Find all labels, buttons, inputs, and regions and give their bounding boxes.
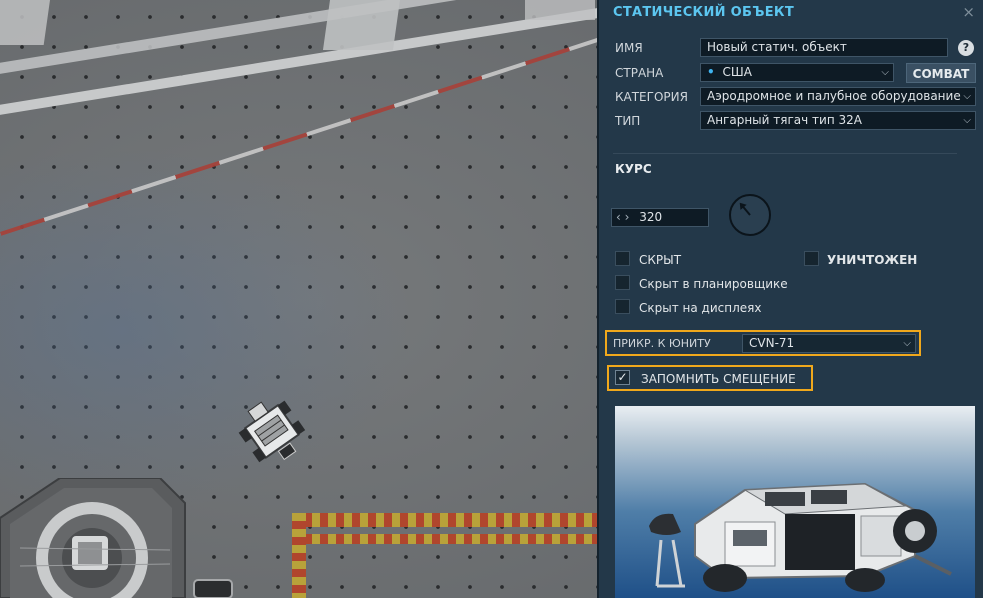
heading-section-title: КУРС bbox=[615, 162, 652, 176]
offset-label: ЗАПОМНИТЬ СМЕЩЕНИЕ bbox=[641, 372, 796, 386]
deck-marking-block bbox=[322, 0, 400, 50]
name-label: ИМЯ bbox=[615, 41, 643, 55]
type-select[interactable]: Ангарный тягач тип 32А ⌵ bbox=[700, 111, 976, 130]
hidden-label: СКРЫТ bbox=[639, 253, 682, 267]
deck-elevator-structure bbox=[0, 478, 186, 598]
category-value: Аэродромное и палубное оборудование bbox=[707, 89, 961, 103]
heading-value: 320 bbox=[639, 210, 663, 224]
map-view[interactable] bbox=[0, 0, 597, 598]
hidden-checkbox[interactable] bbox=[615, 251, 630, 266]
foul-line bbox=[292, 513, 306, 598]
hidden-planner-label: Скрыт в планировщике bbox=[639, 277, 788, 291]
link-unit-value: CVN-71 bbox=[749, 336, 795, 350]
chevron-down-icon: ⌵ bbox=[881, 67, 889, 78]
country-select[interactable]: • США ⌵ bbox=[700, 63, 894, 82]
heading-arrows-icon[interactable]: ‹ › bbox=[616, 210, 629, 224]
checkmark-icon: ✓ bbox=[617, 370, 628, 384]
link-unit-label: ПРИКР. К ЮНИТУ bbox=[613, 337, 711, 350]
destroyed-checkbox[interactable] bbox=[804, 251, 819, 266]
chevron-down-icon: ⌵ bbox=[963, 115, 971, 126]
static-object-panel: СТАТИЧЕСКИЙ ОБЪЕКТ × ИМЯ Новый статич. о… bbox=[597, 0, 983, 598]
link-unit-select[interactable]: CVN-71 ⌵ bbox=[742, 334, 916, 353]
category-label: КАТЕГОРИЯ bbox=[615, 90, 688, 104]
category-select[interactable]: Аэродромное и палубное оборудование ⌵ bbox=[700, 87, 976, 106]
chevron-down-icon: ⌵ bbox=[903, 338, 911, 349]
deck-marking-block bbox=[525, 0, 595, 20]
help-icon[interactable]: ? bbox=[958, 40, 974, 56]
heading-compass-icon[interactable] bbox=[729, 194, 771, 236]
object-preview bbox=[615, 406, 975, 598]
country-label: СТРАНА bbox=[615, 66, 664, 80]
name-field[interactable]: Новый статич. объект bbox=[700, 38, 948, 57]
hidden-display-label: Скрыт на дисплеях bbox=[639, 301, 762, 315]
deck-equipment bbox=[193, 579, 233, 598]
deck-marking-block bbox=[0, 0, 51, 45]
destroyed-label: УНИЧТОЖЕН bbox=[827, 253, 918, 267]
foul-line bbox=[296, 513, 597, 527]
coalition-dot-icon: • bbox=[707, 65, 715, 79]
type-label: ТИП bbox=[615, 114, 641, 128]
panel-title: СТАТИЧЕСКИЙ ОБЪЕКТ bbox=[613, 5, 795, 20]
close-icon[interactable]: × bbox=[962, 3, 975, 21]
chevron-down-icon: ⌵ bbox=[963, 91, 971, 102]
offset-checkbox[interactable]: ✓ bbox=[615, 370, 630, 385]
tow-tractor-preview-image bbox=[649, 482, 952, 592]
heading-input[interactable]: ‹ › 320 bbox=[611, 208, 709, 227]
country-value: США bbox=[722, 65, 752, 79]
hidden-display-checkbox[interactable] bbox=[615, 299, 630, 314]
coalition-button[interactable]: COMBAT bbox=[906, 63, 976, 83]
heading-needle bbox=[739, 202, 751, 216]
section-divider bbox=[613, 153, 957, 154]
foul-line bbox=[296, 534, 597, 544]
tow-tractor-map-icon[interactable] bbox=[232, 392, 312, 478]
hidden-planner-checkbox[interactable] bbox=[615, 275, 630, 290]
type-value: Ангарный тягач тип 32А bbox=[707, 113, 862, 127]
